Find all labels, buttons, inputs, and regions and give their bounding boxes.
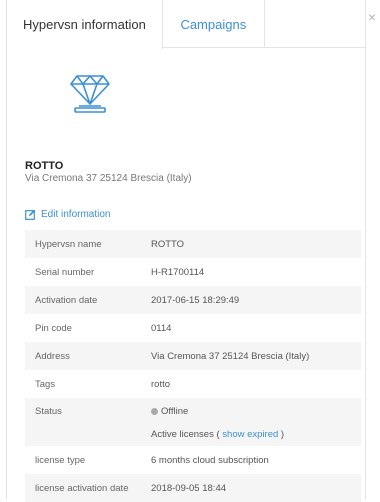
diamond-hologram-icon [65,70,115,114]
table-row: license activation date 2018-09-05 18:44 [25,474,361,502]
status-text: Offline [161,406,189,417]
row-label: Pin code [35,322,72,334]
row-value: Via Cremona 37 25124 Brescia (Italy) [151,350,310,362]
details-table: Hypervsn name ROTTO Serial number H-R170… [25,230,361,502]
row-label: Serial number [35,266,95,278]
edit-information-link[interactable]: Edit information [25,209,110,220]
table-row: Pin code 0114 [25,314,361,342]
table-row: Tags rotto [25,370,361,398]
row-value: Offline Active licenses ( show expired ) [151,406,361,440]
status-badge: Offline [151,406,361,417]
show-expired-link[interactable]: show expired [222,429,278,440]
row-label: license type [35,454,86,466]
table-row: Activation date 2017-06-15 18:29:49 [25,286,361,314]
row-value: rotto [151,378,171,390]
edit-icon [25,209,36,220]
table-row: Serial number H-R1700114 [25,258,361,286]
device-address: Via Cremona 37 25124 Brescia (Italy) [25,173,192,184]
close-icon[interactable]: × [368,10,376,24]
active-licenses-close: ) [280,429,285,440]
details-panel: Hypervsn information Campaigns ROTTO Via… [6,0,366,502]
row-value: 2017-06-15 18:29:49 [151,294,240,306]
row-value: 2018-09-05 18:44 [151,482,227,494]
table-row: license type 6 months cloud subscription [25,446,361,474]
row-label: Activation date [35,294,98,306]
tab-hypervsn-information[interactable]: Hypervsn information [7,0,163,49]
table-row: Status Offline Active licenses ( show ex… [25,398,361,446]
row-value: 0114 [151,322,172,334]
active-licenses: Active licenses ( show expired ) [151,429,361,440]
active-licenses-label: Active licenses ( [151,429,220,440]
edit-information-label: Edit information [41,209,111,220]
row-value: ROTTO [151,238,185,250]
row-label: Status [35,406,62,417]
row-label: Hypervsn name [35,238,102,250]
table-row: Hypervsn name ROTTO [25,230,361,258]
row-label: Address [35,350,70,362]
tab-campaigns[interactable]: Campaigns [163,0,265,48]
status-dot-icon [151,408,158,415]
device-name: ROTTO [25,160,64,172]
row-value: 6 months cloud subscription [151,454,269,466]
row-label: license activation date [35,482,129,494]
row-value: H-R1700114 [151,266,205,278]
row-label: Tags [35,378,56,390]
tab-bar: Hypervsn information Campaigns [7,0,365,49]
table-row: Address Via Cremona 37 25124 Brescia (It… [25,342,361,370]
